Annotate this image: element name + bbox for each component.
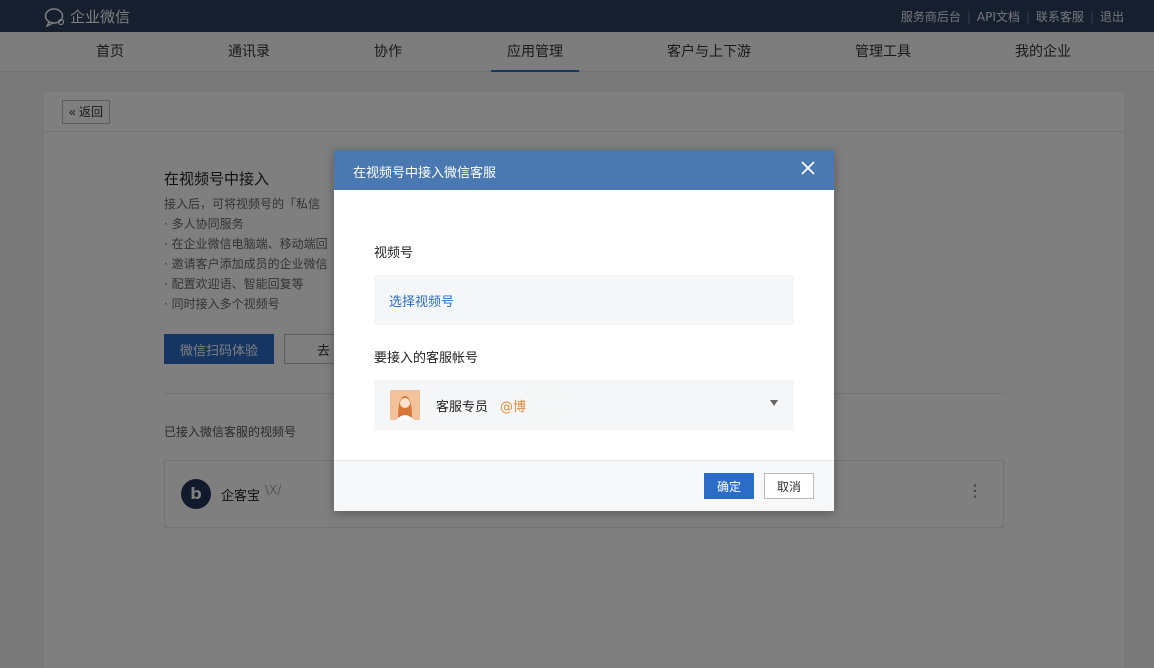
connect-dialog: 在视频号中接入微信客服 视频号 选择视频号 要接入的客服帐号 客服专员 @博 确… [334, 150, 834, 511]
close-icon[interactable] [800, 160, 816, 176]
dialog-title: 在视频号中接入微信客服 [353, 166, 497, 181]
dropdown-caret-icon[interactable] [770, 400, 778, 406]
select-video-link[interactable]: 选择视频号 [389, 291, 454, 310]
dialog-body: 视频号 选择视频号 要接入的客服帐号 客服专员 @博 [334, 190, 834, 460]
video-channel-label: 视频号 [374, 246, 414, 261]
agent-corp: @博 [500, 400, 527, 415]
agent-avatar [390, 390, 420, 420]
dialog-header: 在视频号中接入微信客服 [334, 150, 834, 190]
cancel-button[interactable]: 取消 [764, 473, 814, 499]
video-channel-field[interactable]: 选择视频号 [374, 275, 794, 325]
redacted-mask [530, 394, 572, 414]
agent-name: 客服专员 [436, 400, 489, 415]
service-account-label: 要接入的客服帐号 [374, 351, 479, 366]
confirm-button[interactable]: 确定 [704, 473, 754, 499]
dialog-footer: 确定 取消 [334, 460, 834, 511]
service-account-select[interactable]: 客服专员 @博 [374, 380, 794, 430]
